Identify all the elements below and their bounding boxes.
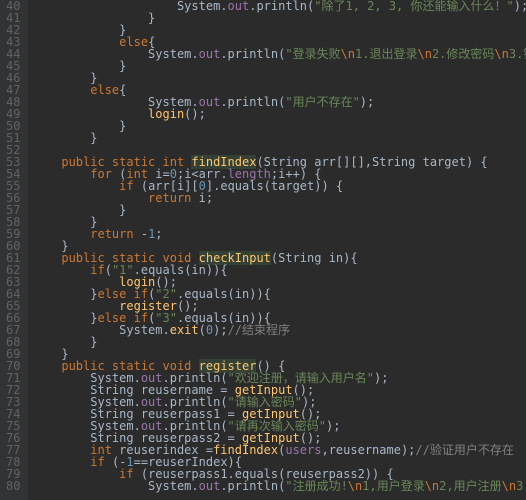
code-line[interactable]: System.exit(0);//结束程序: [32, 324, 526, 336]
code-area[interactable]: System.out.println("除了1, 2, 3, 你还能输入什么！"…: [28, 0, 526, 500]
code-line[interactable]: }: [32, 120, 526, 132]
code-line[interactable]: }: [32, 336, 526, 348]
code-line[interactable]: }: [32, 204, 526, 216]
line-number: 80: [6, 480, 20, 492]
code-line[interactable]: }: [32, 132, 526, 144]
code-line[interactable]: }: [32, 60, 526, 72]
code-line[interactable]: return -1;: [32, 228, 526, 240]
code-line[interactable]: System.out.println("注册成功!\n1,用户登录\n2,用户注…: [32, 480, 526, 492]
line-number-gutter: 4041424344454647484950515253545556575859…: [0, 0, 28, 500]
code-editor: 4041424344454647484950515253545556575859…: [0, 0, 526, 500]
